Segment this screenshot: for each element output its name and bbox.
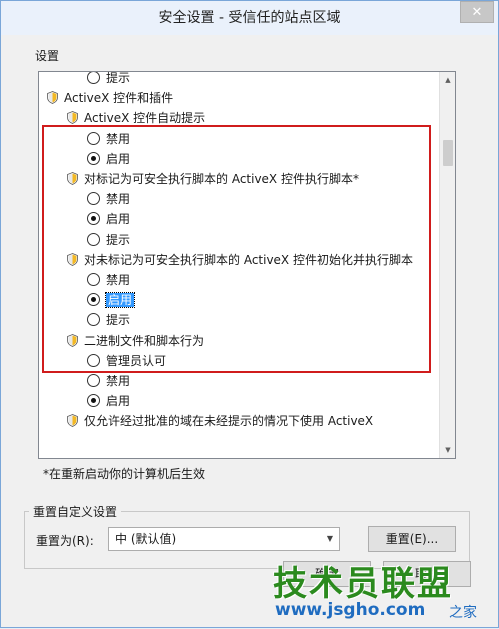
close-button[interactable]: ✕ [460,1,494,23]
dialog-window: 安全设置 - 受信任的站点区域 ✕ 设置 提示 ActiveX 控件和插件 Acti… [0,0,499,628]
radio-unchecked-icon[interactable] [87,374,100,387]
settings-group-label: 设置 [35,49,60,63]
tree-setting: ActiveX 控件自动提示 [67,108,205,128]
tree-radio-option[interactable]: 启用 [87,149,130,169]
tree-setting: 二进制文件和脚本行为 [67,331,204,351]
tree-setting: 仅允许经过批准的域在未经提示的情况下使用 ActiveX [67,411,373,431]
tree-item-label: 启用 [106,151,131,166]
tree-item-label: 二进制文件和脚本行为 [84,333,205,348]
tree-radio-option[interactable]: 管理员认可 [87,351,166,371]
cancel-button[interactable]: 取消 [383,561,471,587]
tree-radio-option[interactable]: 启用 [87,290,136,310]
ok-button[interactable]: 确定 [283,561,371,587]
tree-item-label: 启用 [106,394,131,409]
close-icon: ✕ [471,5,483,20]
radio-unchecked-icon[interactable] [87,353,100,367]
tree-item-label: ActiveX 控件自动提示 [84,111,206,126]
scroll-up-icon[interactable]: ▲ [440,72,455,88]
tree-radio-option[interactable]: 禁用 [87,129,130,149]
reset-to-label: 重置为(R): [36,534,94,548]
shield-icon [67,172,78,185]
radio-unchecked-icon[interactable] [87,131,100,145]
radio-checked-icon[interactable] [87,212,100,226]
tree-item-label: 对标记为可安全执行脚本的 ActiveX 控件执行脚本* [84,172,359,186]
radio-checked-icon[interactable] [87,151,100,165]
tree-item-label: 禁用 [106,273,131,287]
radio-unchecked-icon[interactable] [87,72,100,84]
radio-checked-icon[interactable] [87,293,100,307]
shield-icon [67,111,78,125]
shield-icon [67,333,78,347]
tree-item-label: ActiveX 控件和插件 [64,91,174,106]
restart-note: *在重新启动你的计算机后生效 [43,467,206,481]
tree-radio-option[interactable]: 禁用 [87,189,130,209]
radio-checked-icon[interactable] [87,394,100,408]
title-bar: 安全设置 - 受信任的站点区域 ✕ [1,1,498,35]
reset-button-label: 重置(E)... [385,532,439,546]
tree-item-label: 对未标记为可安全执行脚本的 ActiveX 控件初始化并执行脚本 [84,252,413,267]
ok-button-label: 确定 [314,567,339,581]
cancel-button-label: 取消 [414,567,439,581]
tree-radio-option[interactable]: 启用 [87,209,130,229]
tree-item-label: 禁用 [106,374,131,388]
dialog-client: 设置 提示 ActiveX 控件和插件 ActiveX 控件自动提示 禁用 启用 对标记为… [1,35,498,627]
reset-level-select[interactable]: 中 (默认值) ▼ [108,527,340,551]
radio-unchecked-icon[interactable] [87,313,100,327]
tree-item-label: 仅允许经过批准的域在未经提示的情况下使用 ActiveX [84,414,374,429]
tree-setting: 对未标记为可安全执行脚本的 ActiveX 控件初始化并执行脚本 [67,250,413,270]
reset-group-label: 重置自定义设置 [29,503,122,520]
tree-radio-option[interactable]: 提示 [87,310,130,330]
shield-icon [67,414,78,428]
settings-tree[interactable]: 提示 ActiveX 控件和插件 ActiveX 控件自动提示 禁用 启用 对标记为可安全… [38,71,456,459]
tree-setting: 对标记为可安全执行脚本的 ActiveX 控件执行脚本* [67,169,359,189]
radio-unchecked-icon[interactable] [87,192,100,206]
tree-category: ActiveX 控件和插件 [47,88,173,108]
tree-item-label: 提示 [106,72,131,85]
tree-radio-option[interactable]: 提示 [87,72,130,88]
tree-item-label: 禁用 [106,131,131,146]
scroll-thumb[interactable] [443,140,453,166]
tree-item-label: 禁用 [106,192,131,207]
tree-item-label: 管理员认可 [106,353,167,368]
window-title: 安全设置 - 受信任的站点区域 [158,10,341,26]
scroll-down-icon[interactable]: ▼ [440,442,455,458]
tree-radio-option[interactable]: 提示 [87,230,130,250]
tree-radio-option[interactable]: 禁用 [87,371,130,391]
tree-radio-option[interactable]: 禁用 [87,270,130,290]
tree-item-label: 启用 [106,212,131,227]
tree-item-label: 启用 [104,292,136,309]
tree-radio-option[interactable]: 启用 [87,391,130,411]
radio-unchecked-icon[interactable] [87,273,100,286]
radio-unchecked-icon[interactable] [87,232,100,246]
shield-icon [47,91,58,105]
shield-icon [67,252,78,266]
settings-tree-viewport: 提示 ActiveX 控件和插件 ActiveX 控件自动提示 禁用 启用 对标记为可安全… [39,72,440,458]
reset-button[interactable]: 重置(E)... [368,526,456,552]
tree-item-label: 提示 [106,313,131,328]
tree-item-label: 提示 [106,232,131,247]
chevron-down-icon: ▼ [326,534,334,543]
reset-level-value: 中 (默认值) [115,532,177,546]
tree-scrollbar[interactable]: ▲ ▼ [439,72,455,458]
